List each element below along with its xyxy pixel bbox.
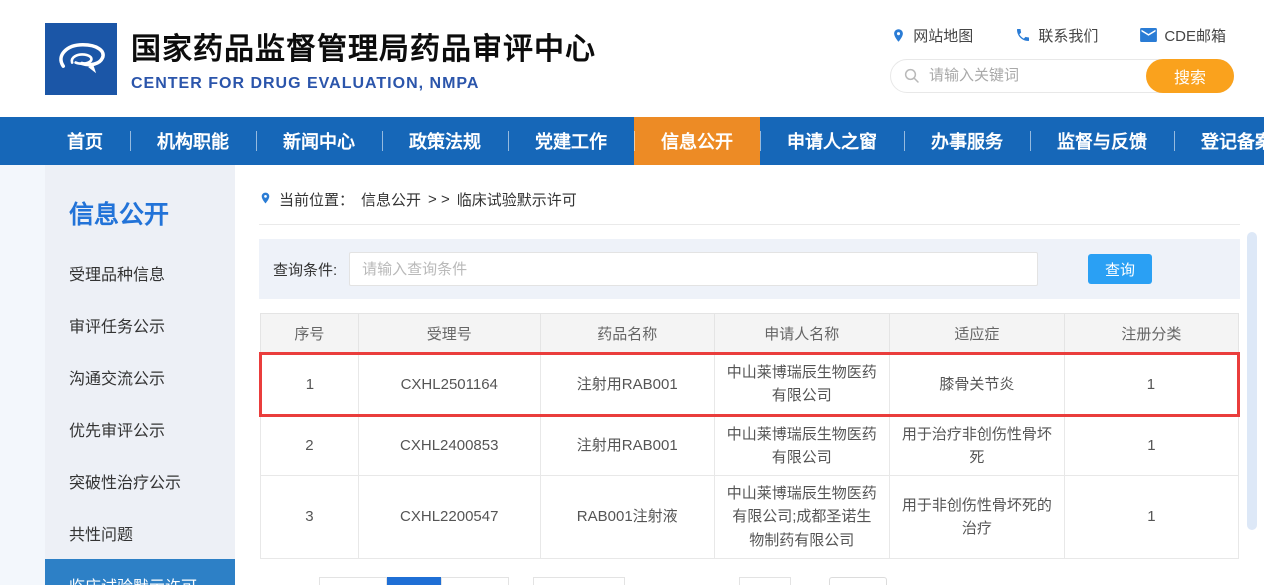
- cell-acceptance-no: CXHL2501164: [358, 354, 540, 416]
- cell-reg-class: 1: [1064, 476, 1238, 559]
- query-label: 查询条件:: [273, 259, 337, 280]
- contact-link-label: 联系我们: [1038, 25, 1098, 46]
- nav-item-functions[interactable]: 机构职能: [130, 117, 256, 165]
- sitemap-link[interactable]: 网站地图: [891, 25, 973, 46]
- cde-logo: [45, 23, 117, 95]
- next-page-button[interactable]: 下一页: [441, 577, 509, 585]
- quick-links: 网站地图 联系我们 CDE邮箱: [891, 25, 1234, 46]
- cell-drug-name: 注射用RAB001: [540, 354, 714, 416]
- site-title: 国家药品监督管理局药品审评中心: [131, 24, 596, 68]
- table-row[interactable]: 3 CXHL2200547 RAB001注射液 中山莱博瑞辰生物医药有限公司;成…: [261, 476, 1239, 559]
- sidebar-item-review-tasks[interactable]: 审评任务公示: [45, 299, 235, 351]
- col-acceptance-no: 受理号: [358, 314, 540, 354]
- pagination: 共 3 条 上一页 1 下一页 10 条/页 到第 页 确定: [259, 577, 1240, 585]
- breadcrumb-separator: > >: [428, 191, 450, 208]
- sidebar-item-communication[interactable]: 沟通交流公示: [45, 351, 235, 403]
- sidebar-item-priority-review[interactable]: 优先审评公示: [45, 403, 235, 455]
- sidebar-item-breakthrough-therapy[interactable]: 突破性治疗公示: [45, 455, 235, 507]
- content: 信息公开 受理品种信息 审评任务公示 沟通交流公示 优先审评公示 突破性治疗公示…: [0, 165, 1264, 585]
- cell-indication: 用于治疗非创伤性骨坏死: [889, 415, 1064, 476]
- breadcrumb-current: 临床试验默示许可: [457, 189, 577, 210]
- main-nav: 首页 机构职能 新闻中心 政策法规 党建工作 信息公开 申请人之窗 办事服务 监…: [0, 117, 1264, 165]
- cell-seq: 3: [261, 476, 359, 559]
- confirm-button[interactable]: 确定: [829, 577, 887, 585]
- site-subtitle: CENTER FOR DRUG EVALUATION, NMPA: [131, 75, 596, 93]
- left-rail: [0, 165, 45, 585]
- page: 国家药品监督管理局药品审评中心 CENTER FOR DRUG EVALUATI…: [0, 0, 1264, 585]
- nav-item-supervision[interactable]: 监督与反馈: [1030, 117, 1174, 165]
- cell-applicant: 中山莱博瑞辰生物医药有限公司;成都圣诺生物制药有限公司: [714, 476, 889, 559]
- nav-item-home[interactable]: 首页: [40, 117, 130, 165]
- goto-page-input[interactable]: [739, 577, 791, 585]
- header-right: 网站地图 联系我们 CDE邮箱: [890, 25, 1234, 93]
- sidebar: 信息公开 受理品种信息 审评任务公示 沟通交流公示 优先审评公示 突破性治疗公示…: [45, 165, 235, 585]
- header: 国家药品监督管理局药品审评中心 CENTER FOR DRUG EVALUATI…: [0, 0, 1264, 117]
- cell-indication: 用于非创伤性骨坏死的治疗: [889, 476, 1064, 559]
- prev-page-button[interactable]: 上一页: [319, 577, 387, 585]
- mail-link[interactable]: CDE邮箱: [1140, 25, 1226, 46]
- nav-item-services[interactable]: 办事服务: [904, 117, 1030, 165]
- cell-seq: 1: [261, 354, 359, 416]
- breadcrumb-pin-icon: [259, 190, 272, 210]
- search-icon: [903, 67, 921, 90]
- cde-logo-mark: [49, 27, 113, 91]
- cell-indication: 膝骨关节炎: [889, 354, 1064, 416]
- nav-item-news[interactable]: 新闻中心: [256, 117, 382, 165]
- cell-seq: 2: [261, 415, 359, 476]
- contact-link[interactable]: 联系我们: [1015, 25, 1098, 46]
- nav-item-applicant-window[interactable]: 申请人之窗: [760, 117, 904, 165]
- table-header-row: 序号 受理号 药品名称 申请人名称 适应症 注册分类: [261, 314, 1239, 354]
- table-row[interactable]: 2 CXHL2400853 注射用RAB001 中山莱博瑞辰生物医药有限公司 用…: [261, 415, 1239, 476]
- location-pin-icon: [891, 27, 906, 44]
- sidebar-item-clinical-trial-implied-license[interactable]: 临床试验默示许可: [45, 559, 235, 585]
- breadcrumb-prefix: 当前位置：: [279, 189, 354, 210]
- site-titles: 国家药品监督管理局药品审评中心 CENTER FOR DRUG EVALUATI…: [131, 24, 596, 93]
- cell-acceptance-no: CXHL2200547: [358, 476, 540, 559]
- cell-drug-name: 注射用RAB001: [540, 415, 714, 476]
- query-input[interactable]: [349, 252, 1038, 286]
- envelope-icon: [1140, 28, 1157, 42]
- col-indication: 适应症: [889, 314, 1064, 354]
- phone-icon: [1015, 27, 1031, 43]
- col-applicant: 申请人名称: [714, 314, 889, 354]
- nav-item-registration-platform[interactable]: 登记备案平台: [1174, 117, 1264, 165]
- results-table: 序号 受理号 药品名称 申请人名称 适应症 注册分类 1 CXHL2501164…: [259, 313, 1240, 559]
- breadcrumb-section[interactable]: 信息公开: [361, 189, 421, 210]
- nav-item-party[interactable]: 党建工作: [508, 117, 634, 165]
- cell-applicant: 中山莱博瑞辰生物医药有限公司: [714, 415, 889, 476]
- page-size-select[interactable]: 10 条/页: [533, 577, 625, 585]
- cell-drug-name: RAB001注射液: [540, 476, 714, 559]
- nav-item-policies[interactable]: 政策法规: [382, 117, 508, 165]
- sitemap-link-label: 网站地图: [913, 25, 973, 46]
- mail-link-label: CDE邮箱: [1164, 25, 1226, 46]
- cell-applicant: 中山莱博瑞辰生物医药有限公司: [714, 354, 889, 416]
- table-row-highlighted[interactable]: 1 CXHL2501164 注射用RAB001 中山莱博瑞辰生物医药有限公司 膝…: [261, 354, 1239, 416]
- breadcrumb: 当前位置： 信息公开 > > 临床试验默示许可: [259, 165, 1240, 225]
- sidebar-item-common-issues[interactable]: 共性问题: [45, 507, 235, 559]
- query-button[interactable]: 查询: [1088, 254, 1152, 284]
- main: 当前位置： 信息公开 > > 临床试验默示许可 查询条件: 查询 序号 受理号: [235, 165, 1264, 585]
- search-button[interactable]: 搜索: [1146, 59, 1234, 93]
- cell-acceptance-no: CXHL2400853: [358, 415, 540, 476]
- search-bar: 搜索: [890, 59, 1234, 93]
- cell-reg-class: 1: [1064, 415, 1238, 476]
- scrollbar-thumb[interactable]: [1247, 232, 1257, 530]
- cell-reg-class: 1: [1064, 354, 1238, 416]
- query-bar: 查询条件: 查询: [259, 239, 1240, 299]
- col-drug-name: 药品名称: [540, 314, 714, 354]
- page-number-button[interactable]: 1: [387, 577, 441, 585]
- nav-item-information-disclosure[interactable]: 信息公开: [634, 117, 760, 165]
- sidebar-title: 信息公开: [45, 165, 235, 247]
- sidebar-item-accepted-varieties[interactable]: 受理品种信息: [45, 247, 235, 299]
- col-reg-class: 注册分类: [1064, 314, 1238, 354]
- col-seq: 序号: [261, 314, 359, 354]
